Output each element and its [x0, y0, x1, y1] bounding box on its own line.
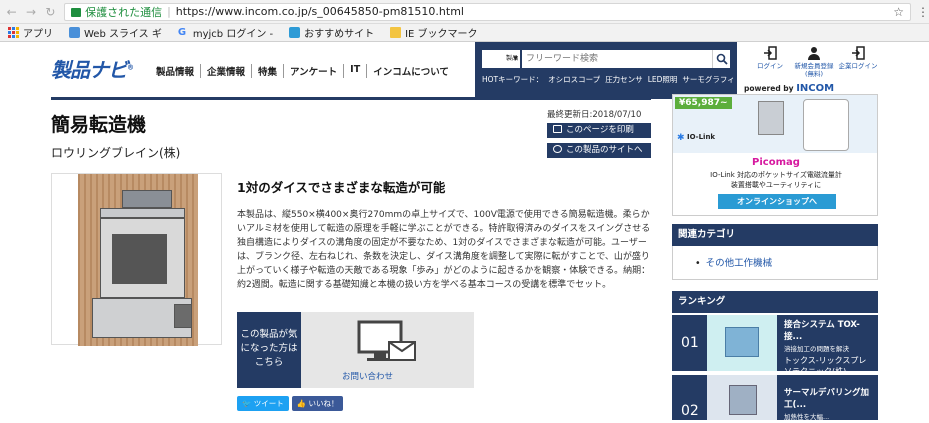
ad-banner[interactable]: ¥65,987~ ✱ IO-Link Picomag IO-Link 対応のポケ…: [672, 94, 878, 216]
google-icon: G: [177, 27, 187, 38]
ranking-heading: ランキング: [672, 291, 878, 313]
rank-image: [707, 315, 777, 371]
nav-companies[interactable]: 企業情報: [201, 64, 253, 78]
like-button[interactable]: 👍 いいね！: [291, 396, 344, 411]
product-headline: 1対のダイスでさまざまな転造が可能: [237, 180, 446, 195]
twitter-icon: 🐦: [242, 399, 252, 408]
bookmark-web-slice[interactable]: Web スライス ギ: [69, 25, 162, 40]
secure-label: 保護された通信: [85, 5, 163, 19]
address-bar[interactable]: 保護された通信 | https://www.incom.co.jp/s_0064…: [64, 2, 911, 21]
ad-brand: Picomag: [752, 157, 800, 168]
back-icon[interactable]: ←: [4, 5, 19, 19]
menu-icon[interactable]: ⋮: [917, 5, 929, 19]
page-title: 簡易転造機: [51, 114, 147, 136]
register-button[interactable]: 新規会員登録(無料): [792, 46, 836, 78]
thumbs-up-icon: 👍: [296, 399, 307, 408]
ad-iolink: IO-Link: [687, 133, 716, 141]
search-icon: [716, 53, 728, 65]
global-nav: 製品情報 企業情報 特集 アンケート IT インコムについて: [150, 64, 455, 78]
bookmarks-bar: アプリ Web スライス ギ G myjcb ログイン - おすすめサイト IE…: [0, 24, 929, 42]
search-category-select[interactable]: 製品 ▼: [482, 50, 520, 68]
search-input[interactable]: [522, 50, 712, 68]
folder-icon: [390, 27, 402, 38]
inquiry-box[interactable]: この製品が気になった方はこちら お問い合わせ: [237, 312, 474, 388]
monitor-mail-icon: [357, 320, 416, 361]
bookmark-myjcb[interactable]: G myjcb ログイン -: [178, 25, 273, 40]
maker-name[interactable]: ロウリングブレイン(株): [51, 144, 180, 161]
bookmark-label: myjcb ログイン -: [192, 29, 274, 40]
last-updated: 最終更新日:2018/07/10: [547, 110, 642, 120]
nav-it[interactable]: IT: [344, 64, 368, 78]
rank-number: 02: [681, 403, 699, 419]
product-description: 本製品は、縦550×横400×奥行270mmの卓上サイズで、100V電源で使用で…: [237, 210, 651, 290]
rank-text: サーマルデバリング加工(... 加熱性を大幅...: [784, 388, 870, 421]
login-button[interactable]: ログイン: [748, 46, 792, 78]
category-box: その他工作機械: [672, 246, 878, 280]
hot-keywords: HOTキーワード： オシロスコープ 圧力センサ LED照明 サーモグラフィ: [482, 74, 740, 85]
print-icon: [553, 125, 562, 133]
reload-icon[interactable]: ↻: [43, 5, 58, 19]
hot-keyword[interactable]: オシロスコープ: [548, 75, 600, 84]
apps-icon: [8, 27, 19, 38]
chevron-down-icon: ▼: [513, 55, 518, 62]
tweet-button[interactable]: 🐦 ツイート: [237, 396, 289, 411]
product-image: [51, 173, 222, 346]
star-icon[interactable]: ☆: [893, 5, 904, 19]
ad-price: ¥65,987~: [675, 97, 732, 109]
online-shop-button[interactable]: オンラインショップへ: [718, 194, 836, 209]
globe-icon: [553, 145, 562, 153]
bookmark-label: IE ブックマーク: [405, 29, 478, 40]
hot-keyword[interactable]: サーモグラフィ: [682, 75, 734, 84]
login-icon: [764, 46, 777, 60]
nav-about[interactable]: インコムについて: [367, 64, 455, 78]
hot-keyword[interactable]: 圧力センサ: [605, 75, 643, 84]
hot-keyword[interactable]: LED照明: [648, 75, 678, 84]
ie-icon: [289, 27, 301, 38]
rank-image: [707, 375, 777, 420]
inquiry-label: この製品が気になった方はこちら: [237, 312, 301, 388]
bookmark-apps[interactable]: アプリ: [8, 25, 53, 40]
url-text[interactable]: https://www.incom.co.jp/s_00645850-pm815…: [176, 5, 464, 18]
search-button[interactable]: [712, 50, 730, 68]
print-button[interactable]: このページを印刷: [547, 123, 651, 138]
login-icon: [852, 46, 865, 60]
bookmark-ie[interactable]: IE ブックマーク: [390, 25, 478, 40]
social-buttons: 🐦 ツイート 👍 いいね！: [237, 396, 344, 411]
bookmark-label: アプリ: [23, 29, 53, 40]
browser-toolbar: ← → ↻ 保護された通信 | https://www.incom.co.jp/…: [0, 0, 929, 24]
bookmark-label: おすすめサイト: [304, 29, 375, 40]
user-menu: ログイン 新規会員登録(無料) 企業ログイン: [748, 46, 880, 78]
search-panel: 製品▼ HOTキーワード： オシロスコープ圧力センサ LED照明サーモグラフィ: [475, 42, 737, 99]
bookmark-label: Web スライス ギ: [84, 29, 162, 40]
company-login-button[interactable]: 企業ログイン: [836, 46, 880, 78]
rank-text: 接合システム TOX-接... 溶接加工の問題を解決 トックス-リックスプレソテクニ…: [784, 320, 867, 376]
bookmark-recommended[interactable]: おすすめサイト: [289, 25, 374, 40]
bluetooth-icon: ✱: [677, 133, 685, 143]
lock-icon: [71, 8, 82, 17]
divider: |: [167, 5, 171, 18]
nav-products[interactable]: 製品情報: [150, 64, 202, 78]
nav-survey[interactable]: アンケート: [284, 64, 345, 78]
nav-features[interactable]: 特集: [252, 64, 285, 78]
forward-icon[interactable]: →: [23, 5, 38, 19]
ie-icon: [69, 27, 80, 38]
divider: [51, 97, 651, 100]
user-icon: [808, 47, 820, 60]
site-logo[interactable]: 製品ナビ®: [51, 54, 134, 83]
product-site-button[interactable]: この製品のサイトへ: [547, 143, 651, 158]
ad-text: IO-Link 対応のポケットサイズ電磁流量計 装置搭載やユーティリティに: [710, 171, 842, 189]
powered-by: powered by INCOM: [744, 83, 835, 94]
ranking-item-2[interactable]: 02 サーマルデバリング加工(... 加熱性を大幅...: [672, 375, 878, 421]
hot-label: HOTキーワード：: [482, 75, 544, 84]
category-item[interactable]: その他工作機械: [695, 255, 773, 269]
inquiry-link[interactable]: お問い合わせ: [342, 370, 393, 382]
ranking-item-1[interactable]: 01 接合システム TOX-接... 溶接加工の問題を解決 トックス-リックスプレソ…: [672, 315, 878, 376]
rank-number: 01: [681, 335, 699, 351]
category-heading: 関連カテゴリ: [672, 224, 878, 246]
